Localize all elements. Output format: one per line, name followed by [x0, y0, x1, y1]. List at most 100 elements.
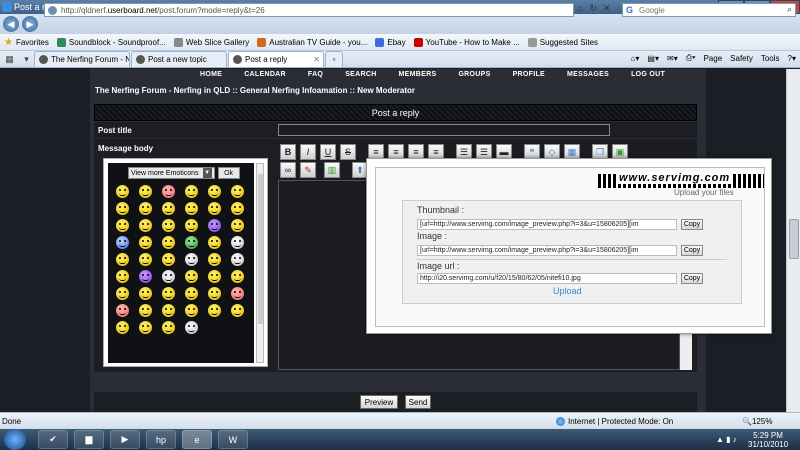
emoticon-icon[interactable] [208, 253, 221, 266]
feeds-icon[interactable]: ▤▾ [647, 54, 659, 63]
underline-button[interactable]: U [320, 144, 336, 160]
emoticon-icon[interactable] [185, 202, 198, 215]
emoticon-icon[interactable] [162, 304, 175, 317]
emoticon-icon[interactable] [116, 202, 129, 215]
media-player-icon[interactable]: ▶ [110, 430, 140, 449]
refresh-icon[interactable]: ↻ [589, 3, 597, 14]
clock[interactable]: 5:29 PM 31/10/2010 [748, 431, 788, 449]
quick-tabs[interactable]: ▦ ▾ [0, 51, 34, 67]
emoticon-icon[interactable] [185, 253, 198, 266]
new-tab-button[interactable]: ▫ [325, 51, 343, 67]
nav-calendar[interactable]: CALENDAR [244, 71, 286, 78]
emoticon-icon[interactable] [139, 270, 152, 283]
nav-logout[interactable]: LOG OUT [631, 71, 665, 78]
emoticon-icon[interactable] [231, 236, 244, 249]
emoticons-ok-button[interactable]: Ok [217, 167, 240, 179]
nav-messages[interactable]: MESSAGES [567, 71, 609, 78]
back-button[interactable]: ◀ [3, 16, 19, 32]
tab-forum[interactable]: The Nerfing Forum - Nerfi... [34, 51, 130, 67]
favorite-link[interactable]: Soundblock - Soundproof... [56, 37, 166, 47]
emoticon-icon[interactable] [185, 236, 198, 249]
emoticons-scrollbar[interactable] [256, 163, 264, 363]
emoticon-icon[interactable] [162, 219, 175, 232]
emoticon-icon[interactable] [116, 185, 129, 198]
favorites-button[interactable]: ★ Favorites [0, 37, 49, 48]
emoticon-icon[interactable] [231, 185, 244, 198]
nav-members[interactable]: MEMBERS [399, 71, 437, 78]
favorite-link[interactable]: YouTube - How to Make ... [413, 37, 520, 47]
emoticon-icon[interactable] [185, 287, 198, 300]
emoticon-icon[interactable] [139, 253, 152, 266]
emoticon-icon[interactable] [231, 270, 244, 283]
bold-button[interactable]: B [280, 144, 296, 160]
close-tab-icon[interactable]: ✕ [313, 55, 320, 64]
image-url-field[interactable]: http://i20.servimg.com/u/f20/15/80/62/05… [417, 273, 677, 284]
flash-icon[interactable]: ▥ [324, 162, 340, 178]
start-button[interactable] [4, 429, 26, 450]
italic-button[interactable]: I [300, 144, 316, 160]
emoticon-icon[interactable] [116, 236, 129, 249]
nav-groups[interactable]: GROUPS [458, 71, 490, 78]
emoticon-icon[interactable] [208, 185, 221, 198]
tab-post-reply[interactable]: Post a reply ✕ [228, 51, 324, 67]
print-icon[interactable]: ⎙▾ [686, 53, 696, 63]
stop-icon[interactable]: ✕ [603, 3, 611, 14]
emoticon-icon[interactable] [116, 219, 129, 232]
emoticon-icon[interactable] [162, 236, 175, 249]
explorer-icon[interactable]: ▆ [74, 430, 104, 449]
copy-image-url-button[interactable]: Copy [681, 273, 703, 284]
emoticon-icon[interactable] [208, 304, 221, 317]
home-icon[interactable]: ⌂▾ [631, 54, 640, 63]
emoticon-icon[interactable] [231, 219, 244, 232]
emoticon-icon[interactable] [231, 202, 244, 215]
word-icon[interactable]: W [218, 430, 248, 449]
emoticon-icon[interactable] [139, 304, 152, 317]
emoticon-icon[interactable] [162, 253, 175, 266]
send-button[interactable]: Send [405, 395, 431, 409]
emoticon-icon[interactable] [139, 236, 152, 249]
favorite-link[interactable]: Ebay [375, 37, 406, 47]
emoticon-icon[interactable] [116, 253, 129, 266]
nav-profile[interactable]: PROFILE [513, 71, 545, 78]
post-title-input[interactable] [278, 124, 610, 136]
nav-faq[interactable]: FAQ [308, 71, 323, 78]
emoticon-icon[interactable] [208, 202, 221, 215]
hp-icon[interactable]: hp [146, 430, 176, 449]
email-app-icon[interactable]: ✔ [38, 430, 68, 449]
search-icon[interactable]: ⌕ [787, 4, 792, 15]
url-input[interactable]: http://qldnerf. userboard.net/post.forum?… [44, 3, 574, 17]
emoticon-icon[interactable] [185, 185, 198, 198]
page-scrollbar[interactable] [786, 69, 800, 412]
emoticon-icon[interactable] [231, 253, 244, 266]
link-icon[interactable]: ∞ [280, 162, 296, 178]
emoticon-icon[interactable] [185, 321, 198, 334]
emoticon-icon[interactable] [162, 321, 175, 334]
emoticon-icon[interactable] [231, 287, 244, 300]
copy-thumbnail-button[interactable]: Copy [681, 219, 703, 230]
emoticon-icon[interactable] [116, 270, 129, 283]
strike-button[interactable]: S [340, 144, 356, 160]
compat-icon[interactable]: ⌂ [578, 3, 583, 14]
nav-home[interactable]: HOME [200, 71, 222, 78]
emoticon-icon[interactable] [208, 270, 221, 283]
emoticon-icon[interactable] [162, 287, 175, 300]
breadcrumb[interactable]: The Nerfing Forum - Nerfing in QLD :: Ge… [95, 86, 415, 95]
zoom-level[interactable]: 🔍125% [742, 417, 772, 426]
thumbnail-field[interactable]: [url=http://www.servimg.com/image_previe… [417, 219, 677, 230]
help-icon[interactable]: ?▾ [788, 54, 796, 63]
emoticon-icon[interactable] [139, 219, 152, 232]
emoticon-icon[interactable] [139, 321, 152, 334]
emoticon-icon[interactable] [162, 270, 175, 283]
emoticon-icon[interactable] [185, 304, 198, 317]
nav-search[interactable]: SEARCH [345, 71, 376, 78]
favorite-link[interactable]: Web Slice Gallery [173, 37, 249, 47]
emoticon-icon[interactable] [185, 219, 198, 232]
emoticon-icon[interactable] [139, 185, 152, 198]
upload-link[interactable]: Upload [553, 286, 582, 296]
safety-menu[interactable]: Safety [730, 54, 753, 63]
forward-button[interactable]: ▶ [22, 16, 38, 32]
emoticon-icon[interactable] [208, 236, 221, 249]
emoticon-icon[interactable] [162, 185, 175, 198]
tab-new-topic[interactable]: Post a new topic [131, 51, 227, 67]
emoticon-icon[interactable] [116, 287, 129, 300]
